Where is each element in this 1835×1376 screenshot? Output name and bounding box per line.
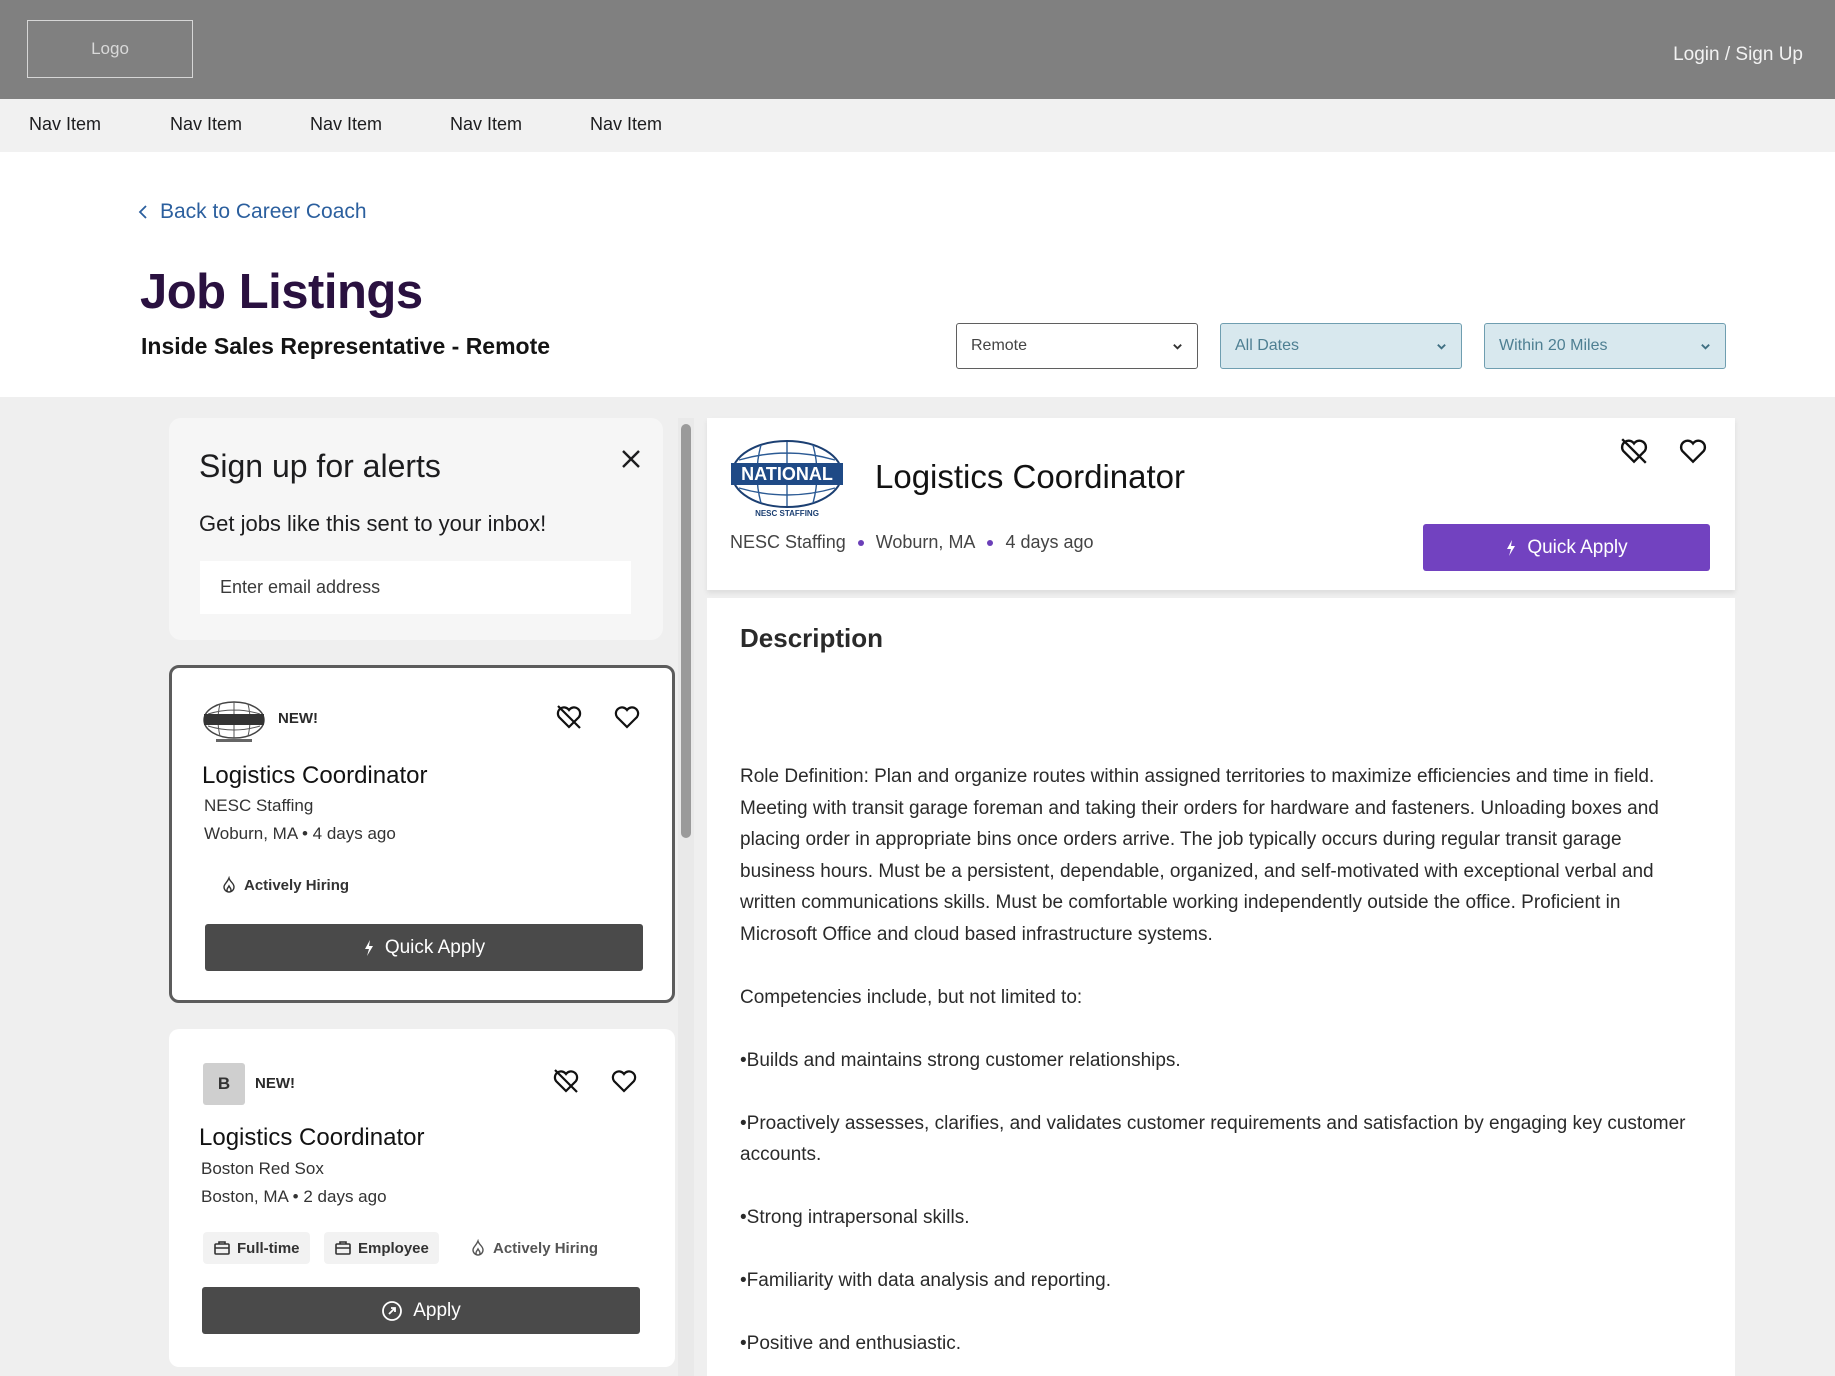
results-scrollbar-thumb[interactable] [681,424,691,838]
tag-label: Actively Hiring [493,1239,599,1257]
detail-job-title: Logistics Coordinator [875,458,1185,495]
location-filter-select[interactable]: Remote [956,323,1198,369]
tag-label: Full-time [237,1239,300,1257]
job-title[interactable]: Logistics Coordinator [202,762,427,790]
nav-item-3[interactable]: Nav Item [310,114,382,135]
job-title[interactable]: Logistics Coordinator [199,1124,424,1152]
alert-signup-card: Sign up for alerts Get jobs like this se… [169,418,663,640]
detail-location: Woburn, MA [875,532,976,552]
nesc-staffing-logo [203,701,265,742]
separator-dot: • [292,1187,304,1206]
actively-hiring-tag: Actively Hiring [459,1232,608,1264]
new-badge: NEW! [255,1075,295,1092]
company-logo-placeholder: B [203,1063,245,1105]
external-link-icon [382,1300,403,1321]
tag-label: Actively Hiring [244,876,350,894]
chevron-down-icon [1173,343,1182,350]
nav-item-1[interactable]: Nav Item [29,114,101,135]
separator-dot: • [301,824,313,843]
job-location: Woburn, MA [204,824,298,843]
login-signup-link[interactable]: Login / Sign Up [1673,44,1803,66]
logo-label: Logo [91,39,129,58]
alert-description: Get jobs like this sent to your inbox! [199,511,547,536]
job-location: Boston, MA [201,1187,288,1206]
chevron-down-icon [1701,343,1710,350]
separator-dot [987,539,994,546]
full-time-tag: Full-time [203,1232,310,1264]
top-header: Logo Login / Sign Up [0,0,1835,99]
flame-icon [472,1239,484,1256]
nav-item-4[interactable]: Nav Item [450,114,522,135]
job-company: Boston Red Sox [201,1159,324,1178]
job-location-date: Woburn, MA • 4 days ago [204,824,396,844]
back-link[interactable]: Back to Career Coach [138,200,367,224]
distance-filter-value: Within 20 Miles [1499,337,1608,354]
location-filter-value: Remote [971,337,1028,354]
heart-off-icon[interactable] [554,702,584,732]
employee-tag: Employee [324,1232,439,1264]
site-logo[interactable]: Logo [27,20,193,78]
job-company: NESC Staffing [204,796,314,815]
description-text: Role Definition: Plan and organize route… [740,761,1700,1376]
description-heading: Description [740,623,884,653]
logo-subtext: NESC STAFFING [755,509,819,518]
nesc-staffing-logo: NATIONAL NESC STAFFING [731,440,843,518]
job-card[interactable]: NEW! Logistics Coordinator NESC Staffing… [169,665,675,1003]
job-posted: 2 days ago [303,1187,387,1206]
search-query-subtitle: Inside Sales Representative - Remote [141,333,551,359]
alert-title: Sign up for alerts [199,448,441,484]
nav-item-2[interactable]: Nav Item [170,114,242,135]
quick-apply-label: Quick Apply [384,936,486,958]
detail-meta: NESC Staffing Woburn, MA 4 days ago [730,532,1094,553]
page-title: Job Listings [140,265,423,319]
heart-off-icon[interactable] [1619,436,1649,466]
lightning-icon [1507,539,1516,556]
description-bullet: •Familiarity with data analysis and repo… [740,1270,1111,1291]
description-paragraph: Competencies include, but not limited to… [740,986,1083,1008]
briefcase-icon [335,1241,351,1255]
apply-button[interactable]: Apply [202,1287,640,1334]
tag-label: Employee [358,1239,429,1257]
close-icon[interactable] [620,448,642,470]
detail-posted: 4 days ago [1005,532,1094,552]
description-paragraph: Role Definition: Plan and organize route… [740,766,1659,945]
lightning-icon [364,939,373,956]
job-location-date: Boston, MA • 2 days ago [201,1187,387,1207]
detail-quick-apply-button[interactable]: Quick Apply [1423,524,1710,571]
email-field[interactable] [200,561,631,614]
job-card[interactable]: B NEW! Logistics Coordinator Boston Red … [169,1029,675,1367]
heart-off-icon[interactable] [551,1066,581,1096]
job-detail-header: NATIONAL NESC STAFFING Logistics Coordin… [707,418,1735,590]
heart-icon[interactable] [612,702,642,732]
main-nav: Nav Item Nav Item Nav Item Nav Item Nav … [0,99,1835,152]
quick-apply-label: Quick Apply [1527,536,1628,558]
new-badge: NEW! [278,710,318,727]
job-description-panel: Description Role Definition: Plan and or… [707,598,1735,1376]
heart-icon[interactable] [1678,436,1708,466]
logo-text: NATIONAL [741,464,833,484]
briefcase-icon [214,1241,230,1255]
date-filter-select[interactable]: All Dates [1220,323,1462,369]
description-bullet: •Builds and maintains strong customer re… [740,1049,1181,1071]
actively-hiring-tag: Actively Hiring [210,869,359,901]
chevron-left-icon [138,205,147,219]
quick-apply-button[interactable]: Quick Apply [205,924,643,971]
job-posted: 4 days ago [312,824,396,843]
distance-filter-select[interactable]: Within 20 Miles [1484,323,1726,369]
chevron-down-icon [1437,343,1446,350]
detail-company: NESC Staffing [730,532,846,552]
flame-icon [223,876,235,893]
separator-dot [857,539,864,546]
apply-label: Apply [413,1299,461,1321]
description-bullet: •Proactively assesses, clarifies, and va… [740,1112,1686,1166]
nav-item-5[interactable]: Nav Item [590,114,662,135]
description-bullet: •Strong intrapersonal skills. [740,1207,970,1228]
date-filter-value: All Dates [1235,337,1300,354]
back-link-label: Back to Career Coach [160,200,367,223]
heart-icon[interactable] [609,1066,639,1096]
description-bullet: •Positive and enthusiastic. [740,1333,962,1354]
